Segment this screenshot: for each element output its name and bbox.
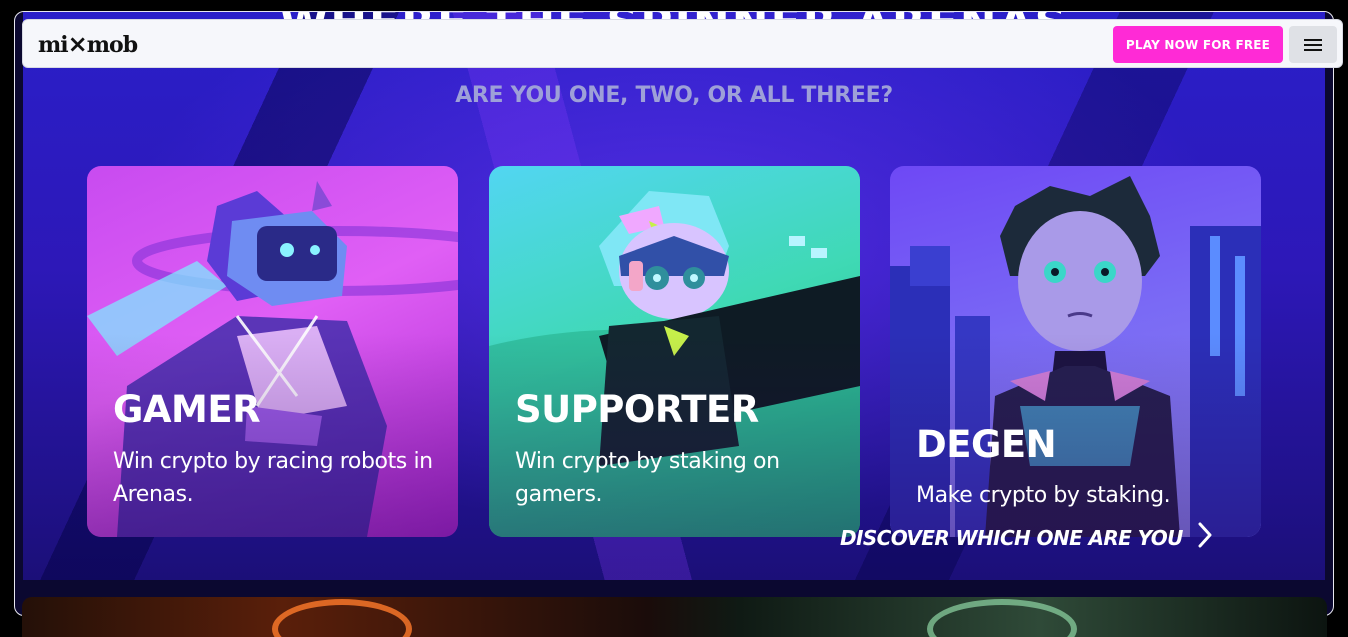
play-now-button[interactable]: PLAY NOW FOR FREE: [1113, 26, 1283, 63]
degen-description: Make crypto by staking.: [916, 483, 1171, 508]
gamer-card[interactable]: GAMER Win crypto by racing robots in Are…: [87, 166, 458, 537]
discover-link[interactable]: DISCOVER WHICH ONE ARE YOU: [840, 522, 1213, 553]
supporter-title: SUPPORTER: [515, 388, 759, 431]
discover-label: DISCOVER WHICH ONE ARE YOU: [840, 525, 1183, 550]
logo-text-left: mi: [38, 32, 69, 58]
hero-subheading: ARE YOU ONE, TWO, OR ALL THREE?: [455, 83, 893, 108]
gamer-title: GAMER: [113, 388, 261, 431]
hamburger-menu-icon: [1304, 38, 1322, 51]
orange-portal-graphic: [272, 599, 412, 637]
logo-text-right: mob: [86, 32, 138, 58]
logo-text-x: ×: [67, 30, 88, 58]
degen-title: DEGEN: [916, 423, 1057, 466]
supporter-description: Win crypto by staking on gamers.: [515, 449, 780, 507]
mixmob-logo[interactable]: mi×mob: [38, 30, 138, 58]
chevron-right-icon: [1197, 522, 1213, 553]
green-portal-graphic: [927, 599, 1077, 637]
top-navbar: mi×mob PLAY NOW FOR FREE: [22, 19, 1343, 68]
menu-button[interactable]: [1289, 26, 1337, 63]
next-section-preview: [22, 597, 1327, 637]
supporter-card[interactable]: SUPPORTER Win crypto by staking on gamer…: [489, 166, 860, 537]
gamer-description: Win crypto by racing robots in Arenas.: [113, 449, 433, 507]
degen-card[interactable]: DEGEN Make crypto by staking.: [890, 166, 1261, 537]
